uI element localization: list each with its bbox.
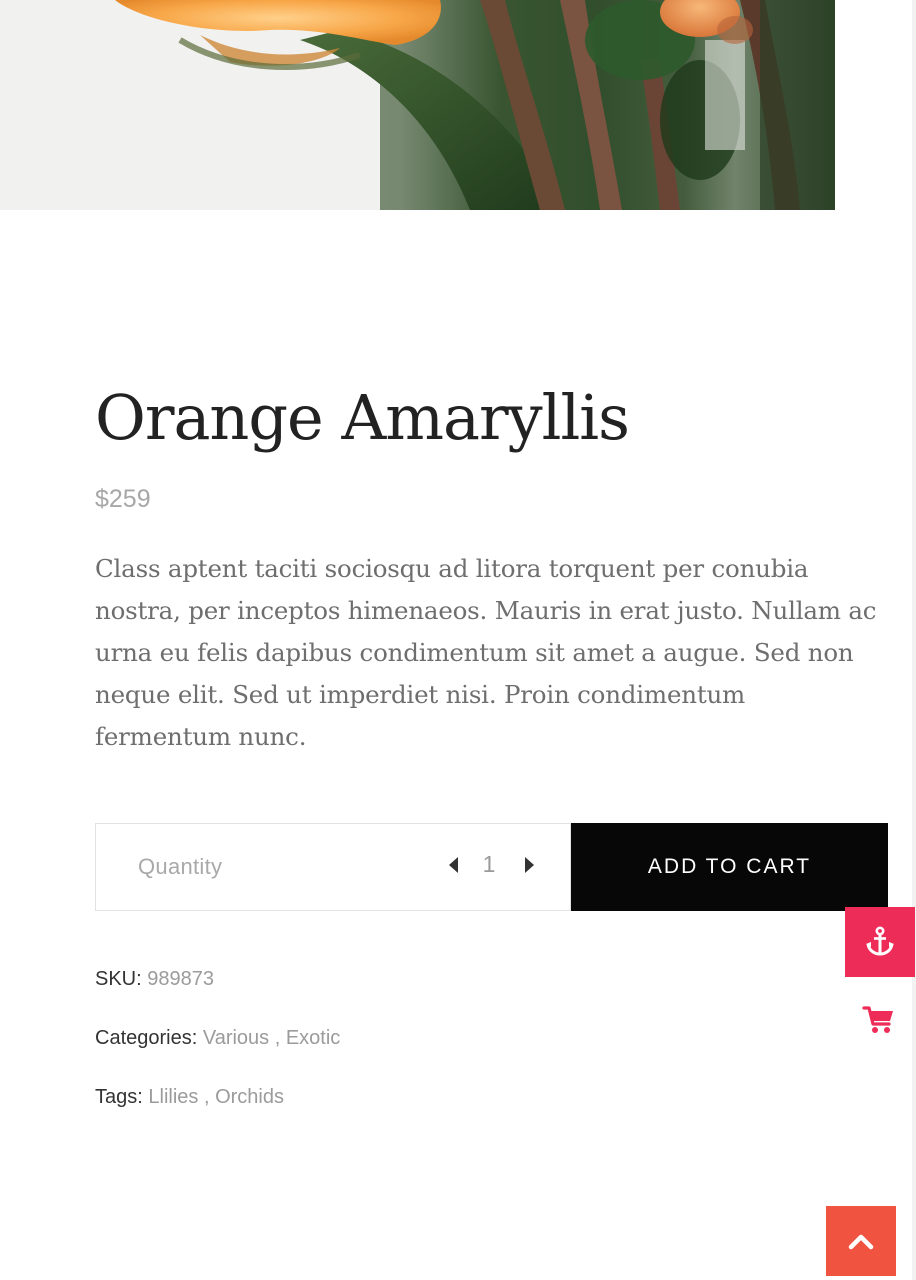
product-description: Class aptent taciti sociosqu ad litora t… — [95, 554, 877, 751]
chevron-up-icon — [848, 1234, 874, 1250]
category-link-various[interactable]: Various — [203, 1027, 269, 1049]
category-link-exotic[interactable]: Exotic — [286, 1027, 340, 1049]
product-image — [0, 0, 835, 210]
page-edge — [912, 0, 916, 1280]
quantity-stepper: Quantity — [95, 823, 571, 911]
cart-button[interactable] — [862, 1004, 896, 1036]
product-title: Orange Amaryllis — [95, 381, 630, 454]
orange-flower-photo — [0, 0, 835, 210]
tag-link-orchids[interactable]: Orchids — [215, 1086, 284, 1108]
tags-line: Tags: Llilies , Orchids — [95, 1083, 284, 1111]
sku-label: SKU: — [95, 968, 142, 990]
sku-line: SKU: 989873 — [95, 965, 214, 993]
anchor-button[interactable] — [845, 907, 915, 977]
add-to-cart-form: Quantity ADD TO CART — [95, 823, 888, 911]
scroll-to-top-button[interactable] — [826, 1206, 896, 1276]
tag-link-llilies[interactable]: Llilies — [148, 1086, 198, 1108]
tag-separator: , — [198, 1086, 216, 1108]
shopping-cart-icon — [862, 1006, 893, 1033]
add-to-cart-button[interactable]: ADD TO CART — [571, 823, 888, 911]
tags-label: Tags: — [95, 1086, 143, 1108]
sku-value: 989873 — [147, 968, 214, 990]
product-page: Orange Amaryllis $259 Class aptent tacit… — [0, 0, 916, 1280]
quantity-input[interactable] — [472, 848, 506, 880]
product-price: $259 — [95, 485, 151, 513]
category-separator: , — [269, 1027, 286, 1049]
caret-left-icon[interactable] — [446, 854, 460, 876]
quantity-label: Quantity — [138, 854, 223, 879]
categories-label: Categories: — [95, 1027, 198, 1049]
anchor-icon — [866, 926, 894, 956]
categories-line: Categories: Various , Exotic — [95, 1024, 340, 1052]
caret-right-icon[interactable] — [522, 854, 536, 876]
